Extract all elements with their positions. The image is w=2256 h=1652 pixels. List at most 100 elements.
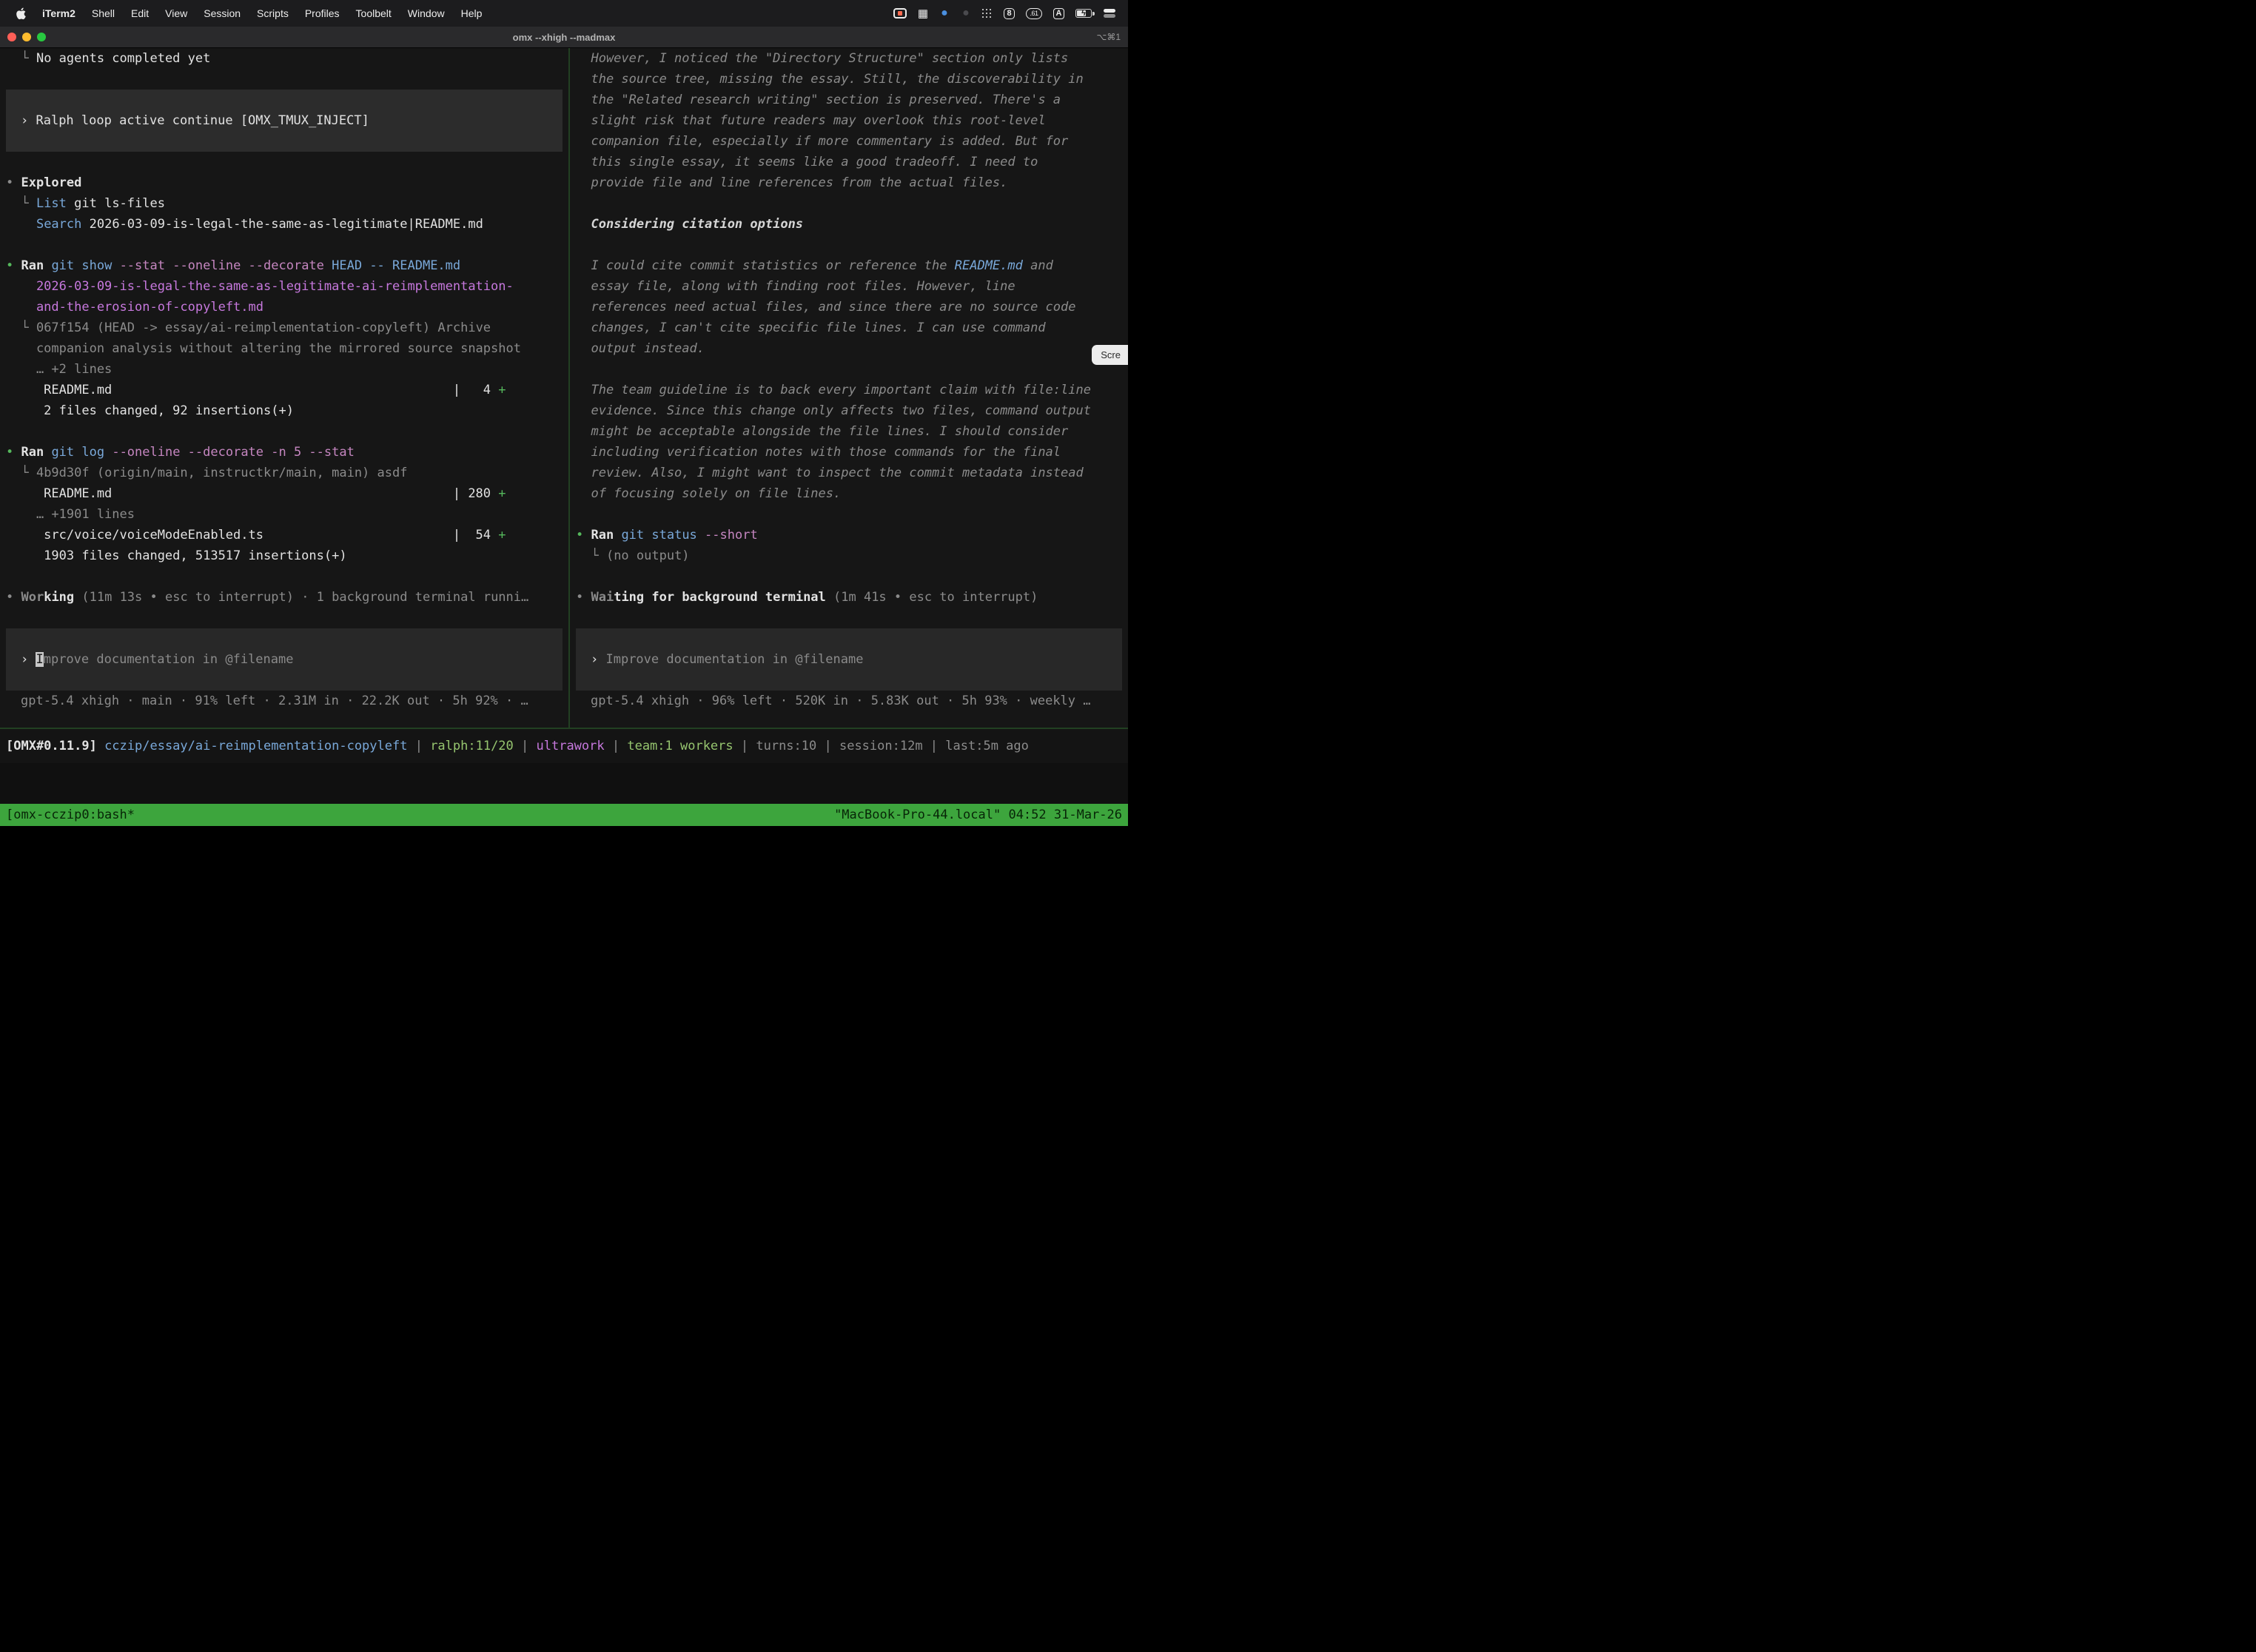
inject-banner: › Ralph loop active continue [OMX_TMUX_I… bbox=[6, 90, 563, 152]
terminal-line bbox=[576, 566, 1122, 587]
window-zoom-button[interactable] bbox=[37, 33, 46, 41]
text-segment: └ bbox=[6, 320, 36, 335]
terminal-line: [OMX#0.11.9] cczip/essay/ai-reimplementa… bbox=[6, 736, 1029, 756]
battery-percent-icon-glyph: .61 bbox=[1030, 10, 1038, 17]
text-segment: turns:10 bbox=[756, 739, 816, 753]
text-segment: Considering citation options bbox=[576, 217, 803, 232]
terminal-line: might be acceptable alongside the file l… bbox=[576, 421, 1122, 442]
terminal-line bbox=[6, 152, 563, 172]
text-segment: git status bbox=[621, 528, 705, 543]
text-segment: ultrawork bbox=[537, 739, 605, 753]
menu-item-help[interactable]: Help bbox=[453, 0, 491, 27]
text-segment: of focusing solely on file lines. bbox=[576, 486, 841, 501]
password-manager-icon[interactable]: 8 bbox=[1004, 8, 1015, 19]
terminal-line: I could cite commit statistics or refere… bbox=[576, 255, 1122, 276]
text-segment: • bbox=[6, 445, 21, 460]
text-segment: No agents completed yet bbox=[36, 51, 210, 66]
screen-share-tab[interactable]: Scre bbox=[1092, 345, 1128, 365]
screen-recording-stop-icon[interactable] bbox=[893, 8, 907, 19]
text-segment: review. Also, I might want to inspect th… bbox=[576, 466, 1084, 480]
text-segment bbox=[6, 217, 36, 232]
terminal-line: However, I noticed the "Directory Struct… bbox=[576, 48, 1122, 69]
window-title-bar[interactable]: omx --xhigh --madmax ⌥⌘1 bbox=[0, 27, 1128, 48]
left-terminal-pane[interactable]: └ No agents completed yet › Ralph loop a… bbox=[0, 48, 568, 728]
text-segment: • bbox=[6, 590, 21, 605]
battery-charging-icon[interactable]: ϟ bbox=[1075, 9, 1092, 18]
text-segment: cczip/essay/ai-reimplementation-copyleft bbox=[104, 739, 407, 753]
app-icon-dark[interactable]: ● bbox=[961, 7, 971, 20]
apple-menu-icon[interactable] bbox=[9, 7, 34, 20]
text-segment: Wai bbox=[591, 590, 614, 605]
window-minimize-button[interactable] bbox=[22, 33, 31, 41]
terminal-line: review. Also, I might want to inspect th… bbox=[576, 463, 1122, 483]
menu-item-toolbelt[interactable]: Toolbelt bbox=[348, 0, 400, 27]
menu-bar-left: iTerm2 Shell Edit View Session Scripts P… bbox=[9, 0, 490, 27]
window-close-button[interactable] bbox=[7, 33, 16, 41]
battery-percent-icon[interactable]: .61 bbox=[1026, 8, 1042, 19]
terminal-line: slight risk that future readers may over… bbox=[576, 110, 1122, 131]
terminal-line: └ (no output) bbox=[576, 545, 1122, 566]
terminal-line: • Ran git log --oneline --decorate -n 5 … bbox=[6, 442, 563, 463]
menu-item-scripts[interactable]: Scripts bbox=[249, 0, 297, 27]
menu-item-profiles[interactable]: Profiles bbox=[297, 0, 348, 27]
terminal-line: references need actual files, and since … bbox=[576, 297, 1122, 318]
text-segment: last:5m ago bbox=[945, 739, 1029, 753]
model-status-line-left: gpt-5.4 xhigh · main · 91% left · 2.31M … bbox=[6, 691, 563, 711]
input-source-icon[interactable]: A bbox=[1053, 8, 1064, 19]
battery-charging-icon-glyph: ϟ bbox=[1081, 9, 1086, 18]
menu-item-edit[interactable]: Edit bbox=[123, 0, 157, 27]
app-icon-blue[interactable]: ● bbox=[939, 7, 950, 20]
keyboard-viewer-icon-glyph: ▦ bbox=[918, 7, 928, 20]
terminal-line bbox=[576, 504, 1122, 525]
text-segment: and-the-erosion-of-copyleft.md bbox=[6, 300, 263, 315]
terminal-line: … +2 lines bbox=[6, 359, 563, 380]
text-segment: king bbox=[44, 590, 81, 605]
terminal-line bbox=[576, 193, 1122, 214]
keyboard-viewer-icon[interactable]: ▦ bbox=[918, 7, 928, 20]
terminal-bottom-filler bbox=[0, 763, 1128, 804]
text-segment: and bbox=[1023, 258, 1053, 273]
app-icon-blue-glyph: ● bbox=[941, 7, 948, 20]
menu-item-iterm2[interactable]: iTerm2 bbox=[34, 0, 84, 27]
text-segment: changes, I can't cite specific file line… bbox=[576, 320, 1046, 335]
menu-item-session[interactable]: Session bbox=[195, 0, 249, 27]
prompt-chevron: › bbox=[591, 652, 605, 667]
text-segment: slight risk that future readers may over… bbox=[576, 113, 1046, 128]
text-segment: src/voice/voiceModeEnabled.ts | 54 bbox=[6, 528, 498, 543]
text-segment: provide file and line references from th… bbox=[576, 175, 1007, 190]
terminal-line: 2026-03-09-is-legal-the-same-as-legitima… bbox=[6, 276, 563, 297]
menu-item-window[interactable]: Window bbox=[400, 0, 453, 27]
app-icon-dark-glyph: ● bbox=[962, 7, 970, 20]
text-segment: 067f154 (HEAD -> essay/ai-reimplementati… bbox=[36, 320, 491, 335]
text-segment: this single essay, it seems like a good … bbox=[576, 155, 1038, 169]
text-segment: Search bbox=[36, 217, 81, 232]
command-input-right[interactable]: › Improve documentation in @filename bbox=[576, 628, 1122, 691]
terminal-line: essay file, along with finding root file… bbox=[576, 276, 1122, 297]
text-segment: might be acceptable alongside the file l… bbox=[576, 424, 1068, 439]
terminal-line: output instead. bbox=[576, 338, 1122, 359]
text-segment: the "Related research writing" section i… bbox=[576, 93, 1061, 107]
terminal-line: README.md | 4 + bbox=[6, 380, 563, 400]
text-segment: + bbox=[498, 383, 506, 397]
text-segment: team:1 workers bbox=[627, 739, 733, 753]
text-segment: | bbox=[816, 739, 839, 753]
terminal-line: README.md | 280 + bbox=[6, 483, 563, 504]
text-segment: 2 files changed, 92 insertions(+) bbox=[6, 403, 294, 418]
right-terminal-pane[interactable]: However, I noticed the "Directory Struct… bbox=[568, 48, 1128, 728]
text-segment: └ bbox=[6, 51, 36, 66]
terminal-line: The team guideline is to back every impo… bbox=[576, 380, 1122, 400]
control-center-icon[interactable] bbox=[1103, 8, 1116, 19]
text-segment: | bbox=[733, 739, 756, 753]
text-segment: | bbox=[923, 739, 946, 753]
app-grid-icon[interactable] bbox=[982, 9, 993, 18]
terminal-line bbox=[6, 608, 563, 628]
command-input-left[interactable]: › Improve documentation in @filename bbox=[6, 628, 563, 691]
text-segment: | bbox=[407, 739, 430, 753]
tmux-panes: └ No agents completed yet › Ralph loop a… bbox=[0, 48, 1128, 728]
terminal-line: └ List git ls-files bbox=[6, 193, 563, 214]
terminal-line: Search 2026-03-09-is-legal-the-same-as-l… bbox=[6, 214, 563, 235]
text-segment: companion file, especially if more comme… bbox=[576, 134, 1068, 149]
text-segment: + bbox=[498, 486, 506, 501]
menu-item-shell[interactable]: Shell bbox=[84, 0, 123, 27]
menu-item-view[interactable]: View bbox=[157, 0, 195, 27]
